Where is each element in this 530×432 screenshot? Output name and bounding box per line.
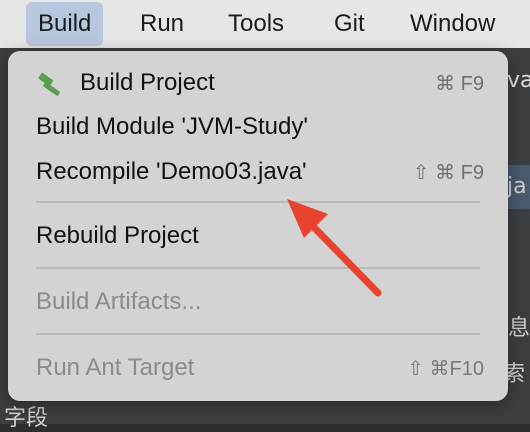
menu-tools[interactable]: Tools xyxy=(228,0,284,48)
menu-item-label: Run Ant Target xyxy=(36,354,195,381)
background-fragment: 息 xyxy=(508,316,530,341)
background-fragment: va xyxy=(507,68,530,93)
menu-separator xyxy=(36,201,480,203)
background-fragment: ja xyxy=(507,174,527,199)
menu-window[interactable]: Window xyxy=(410,0,495,48)
menu-item-label: Build Artifacts... xyxy=(36,288,202,315)
shortcut-label: ⌘ F9 xyxy=(435,72,484,95)
menu-item-build-module[interactable]: Build Module 'JVM-Study' xyxy=(8,107,508,147)
menu-item-label: Recompile 'Demo03.java' xyxy=(36,158,307,185)
menu-item-recompile[interactable]: Recompile 'Demo03.java' ⇧ ⌘ F9 xyxy=(8,152,508,192)
menu-run[interactable]: Run xyxy=(140,0,184,48)
menu-bar: Build Run Tools Git Window xyxy=(0,0,530,48)
shortcut-label: ⇧ ⌘F10 xyxy=(407,357,484,380)
menu-separator xyxy=(36,333,480,335)
menu-item-label: Build Project xyxy=(80,69,215,96)
menu-separator xyxy=(36,267,480,269)
menu-item-run-ant-target[interactable]: Run Ant Target ⇧ ⌘F10 xyxy=(8,348,508,388)
menu-item-build-artifacts[interactable]: Build Artifacts... xyxy=(8,282,508,322)
hammer-icon xyxy=(38,72,60,96)
menu-item-build-project[interactable]: Build Project ⌘ F9 xyxy=(8,63,508,103)
menu-item-label: Rebuild Project xyxy=(36,222,199,249)
menu-item-label: Build Module 'JVM-Study' xyxy=(36,113,308,140)
background-fragment: 字段 xyxy=(4,406,49,431)
menu-git[interactable]: Git xyxy=(334,0,365,48)
shortcut-label: ⇧ ⌘ F9 xyxy=(412,161,484,184)
menu-build[interactable]: Build xyxy=(26,2,104,46)
build-menu-dropdown: Build Project ⌘ F9 Build Module 'JVM-Stu… xyxy=(8,51,508,401)
menu-item-rebuild-project[interactable]: Rebuild Project xyxy=(8,216,508,256)
